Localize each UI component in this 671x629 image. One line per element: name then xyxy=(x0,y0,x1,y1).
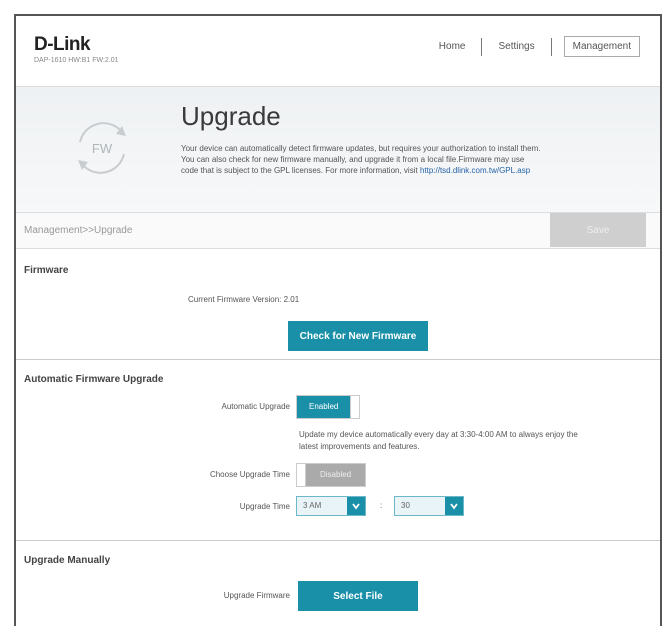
toggle-knob xyxy=(297,464,306,486)
auto-upgrade-title: Automatic Firmware Upgrade xyxy=(24,374,164,385)
page-description: Your device can automatically detect fir… xyxy=(181,143,641,176)
choose-time-toggle[interactable]: Disabled xyxy=(296,463,367,487)
breadcrumb[interactable]: Management>>Upgrade xyxy=(24,225,132,236)
select-file-button[interactable]: Select File xyxy=(298,581,418,611)
hour-select[interactable]: 3 AM xyxy=(296,496,366,516)
page-title: Upgrade xyxy=(181,101,281,131)
dlink-logo: D-Link DAP-1610 HW:B1 FW:2.01 xyxy=(34,34,119,64)
current-version: Current Firmware Version: 2.01 xyxy=(188,295,300,304)
firmware-title: Firmware xyxy=(24,265,69,276)
chevron-down-icon xyxy=(347,497,365,515)
minute-select[interactable]: 30 xyxy=(394,496,464,516)
time-separator: : xyxy=(380,501,383,510)
desc-line-2: You can also check for new firmware manu… xyxy=(181,155,525,164)
save-button[interactable]: Save xyxy=(550,213,646,247)
top-nav: Home Settings Management xyxy=(423,36,640,57)
choose-time-label: Choose Upgrade Time xyxy=(209,470,290,479)
nav-settings[interactable]: Settings xyxy=(482,41,550,52)
auto-upgrade-section: Automatic Firmware Upgrade Automatic Upg… xyxy=(16,360,660,541)
nav-home[interactable]: Home xyxy=(423,41,482,52)
nav-divider xyxy=(550,37,552,56)
fw-refresh-icon: FW xyxy=(66,112,138,184)
auto-upgrade-note-2: latest improvements and features. xyxy=(299,442,420,451)
desc-line-3: code that is subject to the GPL licenses… xyxy=(181,166,418,175)
page-frame: D-Link DAP-1610 HW:B1 FW:2.01 Home Setti… xyxy=(14,14,662,626)
manual-upgrade-section: Upgrade Manually Upgrade Firmware Select… xyxy=(16,541,660,626)
manual-upgrade-title: Upgrade Manually xyxy=(24,555,111,566)
auto-upgrade-note-1: Update my device automatically every day… xyxy=(299,430,578,439)
auto-upgrade-toggle[interactable]: Enabled xyxy=(296,395,361,419)
check-firmware-button[interactable]: Check for New Firmware xyxy=(288,321,428,351)
fw-badge-text: FW xyxy=(92,141,113,156)
upgrade-time-label: Upgrade Time xyxy=(239,502,290,511)
minute-value: 30 xyxy=(401,501,410,510)
logo-text: D-Link xyxy=(34,34,91,55)
chevron-down-icon xyxy=(445,497,463,515)
firmware-section: Firmware Current Firmware Version: 2.01 … xyxy=(16,249,660,360)
toggle-state: Enabled xyxy=(297,396,351,418)
hour-value: 3 AM xyxy=(303,501,322,510)
top-header: D-Link DAP-1610 HW:B1 FW:2.01 Home Setti… xyxy=(16,16,660,87)
auto-upgrade-label: Automatic Upgrade xyxy=(221,402,290,411)
desc-line-1: Your device can automatically detect fir… xyxy=(181,144,541,153)
toggle-knob xyxy=(350,396,360,418)
breadcrumb-bar: Management>>Upgrade Save xyxy=(16,213,660,249)
gpl-link[interactable]: http://tsd.dlink.com.tw/GPL.asp xyxy=(420,166,530,175)
upgrade-firmware-label: Upgrade Firmware xyxy=(223,591,290,600)
nav-management[interactable]: Management xyxy=(563,36,640,57)
upgrade-banner: FW Upgrade Your device can automatically… xyxy=(16,87,660,213)
toggle-state: Disabled xyxy=(306,464,366,486)
model-info: DAP-1610 HW:B1 FW:2.01 xyxy=(34,57,119,64)
